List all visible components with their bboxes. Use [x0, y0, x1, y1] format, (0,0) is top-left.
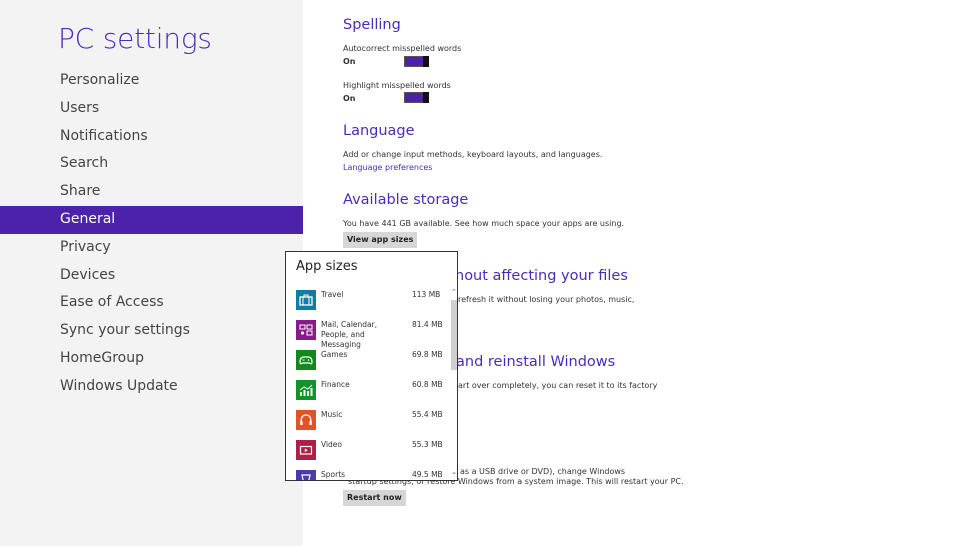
trophy-icon [296, 470, 316, 480]
app-name: Travel [321, 290, 344, 299]
app-sizes-flyout: App sizes Travel 113 MB Mail, Calendar, … [285, 251, 458, 481]
highlight-label: Highlight misspelled words [343, 81, 451, 90]
restart-now-button[interactable]: Restart now [343, 490, 406, 506]
app-name: Games [321, 350, 348, 359]
reset-title: and reinstall Windows [456, 354, 616, 370]
storage-title: Available storage [343, 192, 469, 208]
app-size: 81.4 MB [412, 320, 443, 329]
app-row-games: Games 69.8 MB [296, 350, 446, 372]
app-row-sports: Sports 49.5 MB [296, 470, 446, 480]
nav-item-sync-settings[interactable]: Sync your settings [0, 317, 303, 345]
highlight-toggle[interactable] [404, 92, 429, 103]
app-title: PC settings [58, 22, 212, 55]
refresh-title: hout affecting your files [455, 268, 628, 284]
toggle-thumb [423, 92, 429, 103]
app-row-finance: Finance 60.8 MB [296, 380, 446, 402]
autocorrect-state: On [343, 57, 356, 66]
refresh-desc: refresh it without losing your photos, m… [458, 295, 635, 304]
nav-item-search[interactable]: Search [0, 150, 303, 178]
nav-item-privacy[interactable]: Privacy [0, 234, 303, 262]
highlight-state: On [343, 94, 356, 103]
app-name: Mail, Calendar, People, and Messaging [321, 320, 378, 349]
autocorrect-label: Autocorrect misspelled words [343, 44, 462, 53]
nav-item-share[interactable]: Share [0, 178, 303, 206]
app-row-travel: Travel 113 MB [296, 290, 446, 312]
toggle-thumb [423, 56, 429, 67]
app-name: Music [321, 410, 343, 419]
chart-icon [296, 380, 316, 400]
language-preferences-link[interactable]: Language preferences [343, 163, 432, 172]
nav-item-ease-of-access[interactable]: Ease of Access [0, 289, 303, 317]
app-row-music: Music 55.4 MB [296, 410, 446, 432]
nav-item-devices[interactable]: Devices [0, 262, 303, 290]
video-icon [296, 440, 316, 460]
app-size: 113 MB [412, 290, 441, 299]
view-app-sizes-button[interactable]: View app sizes [343, 232, 418, 248]
nav-item-general[interactable]: General [0, 205, 303, 234]
app-row-video: Video 55.3 MB [296, 440, 446, 462]
nav-item-users[interactable]: Users [0, 95, 303, 123]
sidebar: PC settings Personalize Users Notificati… [0, 0, 303, 546]
app-size: 55.4 MB [412, 410, 443, 419]
nav-item-homegroup[interactable]: HomeGroup [0, 345, 303, 373]
language-desc: Add or change input methods, keyboard la… [343, 150, 603, 159]
advanced-desc-line1: as a USB drive or DVD), change Windows [460, 467, 626, 476]
headphones-icon [296, 410, 316, 430]
app-size: 55.3 MB [412, 440, 443, 449]
app-name: Finance [321, 380, 350, 389]
app-name: Sports [321, 470, 346, 479]
nav-list: Personalize Users Notifications Search S… [0, 67, 303, 401]
nav-item-personalize[interactable]: Personalize [0, 67, 303, 95]
suitcase-icon [296, 290, 316, 310]
spelling-title: Spelling [343, 17, 401, 33]
scroll-thumb[interactable] [451, 300, 457, 370]
chevron-down-icon[interactable]: ⌄ [450, 468, 457, 476]
mail-calendar-icon [296, 320, 316, 340]
autocorrect-toggle[interactable] [404, 56, 429, 67]
app-size: 60.8 MB [412, 380, 443, 389]
reset-desc: art over completely, you can reset it to… [458, 381, 658, 390]
nav-item-notifications[interactable]: Notifications [0, 123, 303, 151]
chevron-up-icon[interactable]: ⌃ [450, 288, 457, 296]
storage-desc: You have 441 GB available. See how much … [343, 219, 625, 228]
language-title: Language [343, 123, 415, 139]
flyout-scrollbar[interactable]: ⌃ ⌄ [450, 288, 457, 476]
app-name: Video [321, 440, 343, 449]
app-row-mail: Mail, Calendar, People, and Messaging 81… [296, 320, 446, 349]
flyout-title: App sizes [296, 259, 358, 274]
app-size: 69.8 MB [412, 350, 443, 359]
nav-item-windows-update[interactable]: Windows Update [0, 373, 303, 401]
gamepad-icon [296, 350, 316, 370]
app-size: 49.5 MB [412, 470, 443, 479]
